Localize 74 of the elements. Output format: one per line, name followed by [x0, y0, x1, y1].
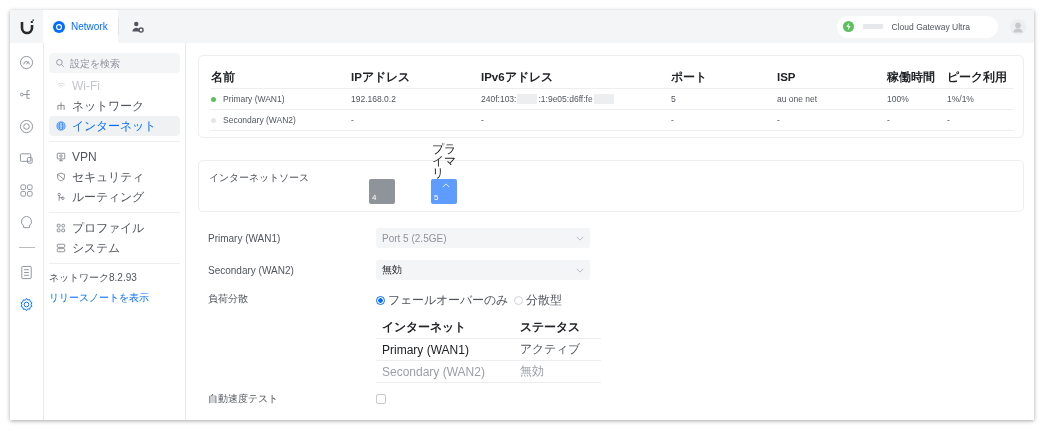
table-cell: 240f:103: [481, 94, 517, 104]
table-cell-text: アクティブ [520, 341, 581, 358]
sidebar-item[interactable]: VPN [49, 147, 180, 167]
shield-icon [56, 172, 66, 182]
radio-option[interactable]: フェールオーバーのみ [376, 292, 508, 309]
table-cell-text: Primary (WAN1) [382, 342, 470, 357]
release-notes-link[interactable]: リリースノートを表示 [49, 291, 180, 305]
table-cell-text: Secondary (WAN2) [382, 364, 486, 379]
bulb-icon[interactable] [19, 215, 34, 230]
network-tab[interactable]: Network [43, 10, 118, 43]
column-header: 名前 [211, 69, 236, 85]
column-header: ステータス [520, 320, 581, 335]
wifi-icon [56, 81, 66, 91]
table-cell-text: - [947, 115, 951, 125]
globe-icon [56, 121, 66, 131]
version-text: ネットワーク8.2.93 [49, 271, 138, 285]
sidebar-item[interactable]: ルーティング [49, 187, 180, 207]
chevron-down-icon [576, 235, 584, 241]
dropdown[interactable]: 無効 [376, 260, 590, 280]
table-cell-text: - [777, 115, 781, 125]
sidebar-item[interactable]: システム [49, 238, 180, 258]
column-header: ポート [671, 69, 708, 85]
table-cell-text: au one net [777, 94, 819, 104]
monitor-icon[interactable] [19, 151, 34, 166]
table-cell-text: 192.168.0.2 [351, 94, 397, 104]
search-field[interactable]: 設定を検索 [49, 53, 180, 73]
port-tag: プライマリ [431, 143, 457, 179]
table-cell-text: 無効 [520, 363, 545, 380]
settings-icon[interactable] [19, 297, 34, 312]
network-app-icon [53, 20, 65, 33]
table-cell: Primary (WAN1) [223, 94, 285, 104]
caret-icon [442, 183, 450, 188]
field-label: Primary (WAN1) [208, 232, 282, 244]
table-cell-text: 5 [671, 94, 677, 104]
target-icon[interactable] [19, 119, 34, 134]
table-cell-text: 100% [887, 94, 910, 104]
grid-icon[interactable] [19, 183, 34, 198]
table-cell-text: - [671, 115, 675, 125]
user-gear-icon [130, 19, 145, 34]
checkbox[interactable] [376, 394, 386, 404]
device-selector[interactable]: Cloud Gateway Ultra [836, 15, 998, 38]
table-cell: :1:9e05:d6ff:fe [538, 94, 593, 104]
column-header: IPアドレス [351, 69, 411, 85]
column-header: ピーク利用 [947, 69, 1008, 85]
avatar-icon[interactable] [1010, 18, 1026, 35]
field-label: 負荷分散 [208, 292, 249, 306]
table-cell-text: 1%/1% [947, 94, 975, 104]
search-icon [55, 58, 65, 68]
server-icon [56, 243, 66, 253]
table-cell: Secondary (WAN2) [223, 115, 296, 125]
routing-icon [56, 192, 66, 202]
gauge-icon[interactable] [19, 55, 34, 70]
sidebar-item[interactable]: プロファイル [49, 218, 180, 238]
table-cell-text: - [351, 115, 355, 125]
network-icon [56, 101, 66, 111]
grid-icon [56, 223, 66, 233]
document-icon[interactable] [19, 265, 34, 280]
monitor-icon [56, 152, 66, 162]
column-header: IPv6アドレス [481, 69, 554, 85]
sidebar-item[interactable]: インターネット [49, 116, 180, 136]
field-label: Secondary (WAN2) [208, 264, 295, 276]
field-label: インターネットソース [209, 171, 310, 185]
table-cell: - [481, 115, 484, 125]
radio-option[interactable]: 分散型 [514, 292, 562, 309]
column-header: インターネット [382, 320, 467, 335]
redaction-bar [862, 24, 883, 29]
column-header: ISP [777, 71, 797, 83]
sidebar-item[interactable]: ネットワーク [49, 96, 180, 116]
sidebar-item[interactable]: セキュリティ [49, 167, 180, 187]
table-cell-text: - [887, 115, 891, 125]
column-header: 稼働時間 [887, 69, 936, 85]
chevron-down-icon [576, 267, 584, 273]
field-label: 自動速度テスト [208, 392, 279, 406]
logo-icon[interactable] [18, 18, 35, 35]
